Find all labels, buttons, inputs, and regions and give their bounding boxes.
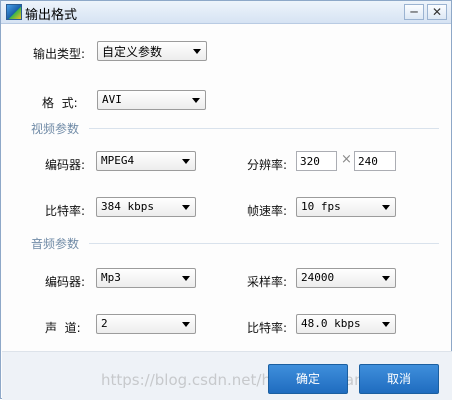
framerate-label: 帧速率: (247, 204, 288, 218)
framerate-select[interactable]: 10 fps (296, 197, 396, 217)
audio-encoder-label: 编码器: (45, 275, 86, 289)
video-bitrate-label: 比特率: (45, 204, 86, 218)
format-label: 格 式: (42, 96, 78, 110)
audio-bitrate-label: 比特率: (247, 321, 288, 335)
format-select[interactable]: AVI (97, 90, 206, 110)
chevron-down-icon (193, 49, 201, 54)
samplerate-value: 24000 (301, 271, 335, 284)
chevron-down-icon (382, 205, 390, 210)
video-section-divider (89, 128, 439, 129)
output-type-label: 输出类型: (33, 47, 86, 61)
samplerate-label: 采样率: (247, 275, 288, 289)
framerate-value: 10 fps (301, 200, 341, 213)
ok-button[interactable]: 确定 (268, 364, 348, 394)
resolution-label: 分辨率: (247, 158, 288, 172)
chevron-down-icon (382, 276, 390, 281)
output-type-value: 自定义参数 (102, 45, 163, 59)
audio-bitrate-select[interactable]: 48.0 kbps (296, 314, 396, 334)
chevron-down-icon (182, 159, 190, 164)
minimize-button[interactable]: ─ (404, 4, 424, 20)
channels-value: 2 (101, 317, 108, 330)
chevron-down-icon (192, 98, 200, 103)
chevron-down-icon (182, 205, 190, 210)
chevron-down-icon (382, 322, 390, 327)
title-bar[interactable]: 输出格式 ─ ✕ (1, 1, 451, 24)
window-title: 输出格式 (25, 8, 78, 23)
video-section-title: 视频参数 (31, 122, 80, 136)
audio-encoder-value: Mp3 (101, 271, 121, 284)
audio-encoder-select[interactable]: Mp3 (96, 268, 196, 288)
video-encoder-label: 编码器: (45, 158, 86, 172)
chevron-down-icon (182, 322, 190, 327)
times-icon: × (341, 152, 352, 167)
format-value: AVI (102, 93, 122, 106)
output-format-dialog: 输出格式 ─ ✕ 输出类型: 自定义参数 格 式: AVI 视频参数 编码器: … (0, 0, 452, 400)
video-encoder-value: MPEG4 (101, 154, 135, 167)
video-bitrate-value: 384 kbps (101, 200, 154, 213)
minimize-icon: ─ (410, 5, 418, 19)
channels-label: 声 道: (45, 321, 81, 335)
cancel-button[interactable]: 取消 (359, 364, 439, 394)
samplerate-select[interactable]: 24000 (296, 268, 396, 288)
chevron-down-icon (182, 276, 190, 281)
close-icon: ✕ (431, 5, 443, 19)
video-bitrate-select[interactable]: 384 kbps (96, 197, 196, 217)
video-encoder-select[interactable]: MPEG4 (96, 151, 196, 171)
resolution-width-input[interactable] (296, 151, 337, 171)
audio-section-title: 音频参数 (31, 237, 80, 251)
audio-bitrate-value: 48.0 kbps (301, 317, 361, 330)
output-type-select[interactable]: 自定义参数 (97, 41, 207, 61)
audio-section-divider (89, 243, 439, 244)
channels-select[interactable]: 2 (96, 314, 196, 334)
resolution-height-input[interactable] (354, 151, 396, 171)
app-icon (6, 4, 22, 20)
close-button[interactable]: ✕ (427, 4, 447, 20)
